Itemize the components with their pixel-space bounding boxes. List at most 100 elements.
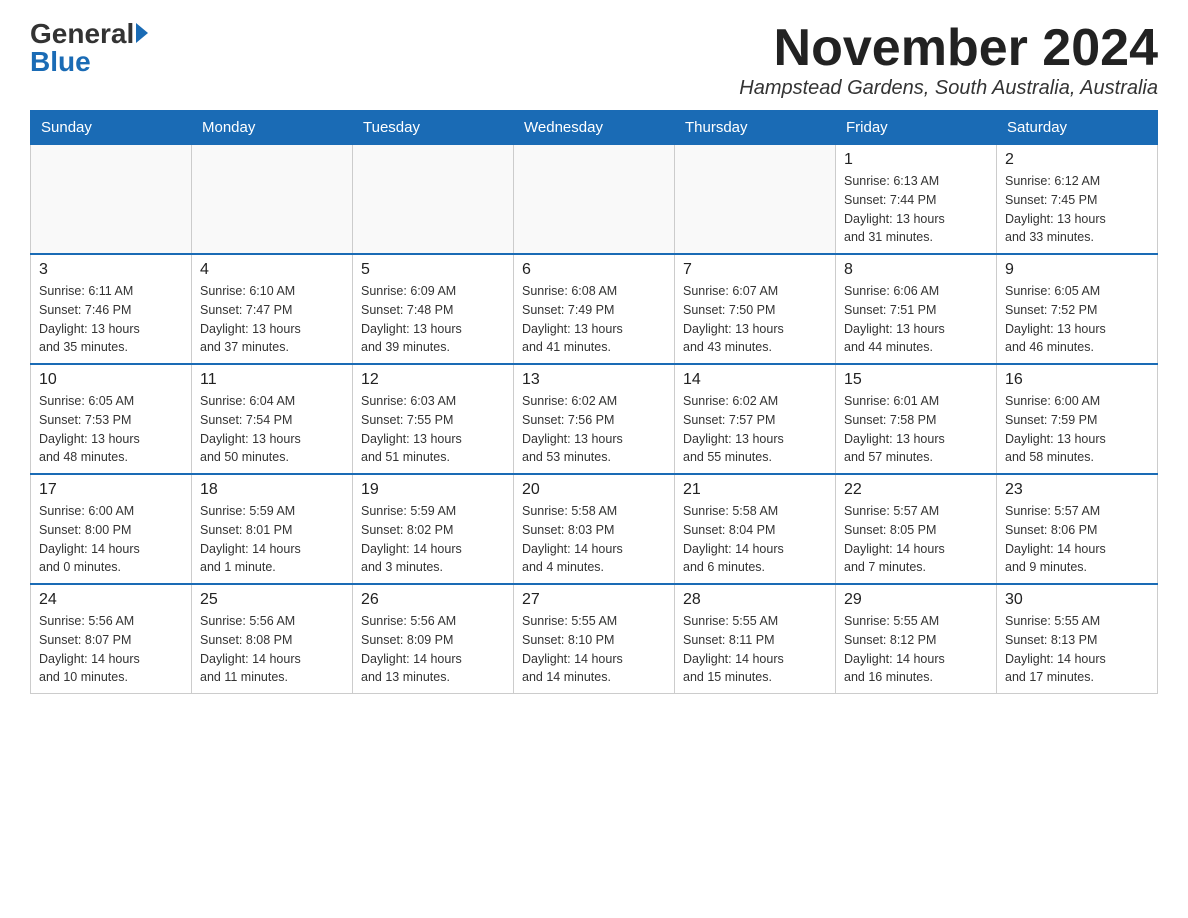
calendar-cell: 19 Sunrise: 5:59 AM Sunset: 8:02 PM Dayli… [353, 474, 514, 584]
day-info: Sunrise: 6:03 AM Sunset: 7:55 PM Dayligh… [361, 392, 505, 467]
day-info: Sunrise: 6:00 AM Sunset: 7:59 PM Dayligh… [1005, 392, 1149, 467]
calendar-cell: 1 Sunrise: 6:13 AM Sunset: 7:44 PM Daylig… [836, 145, 997, 255]
calendar-week-row: 10Sunrise: 6:05 AM Sunset: 7:53 PM Dayli… [31, 364, 1158, 474]
day-header-sunday: Sunday [31, 111, 192, 145]
day-info: Sunrise: 6:07 AM Sunset: 7:50 PM Dayligh… [683, 282, 827, 357]
calendar-cell: 14 Sunrise: 6:02 AM Sunset: 7:57 PM Dayli… [675, 364, 836, 474]
day-info: Sunrise: 6:00 AM Sunset: 8:00 PM Dayligh… [39, 502, 183, 577]
day-number: 5 [361, 261, 505, 279]
day-info: Sunrise: 5:57 AM Sunset: 8:05 PM Dayligh… [844, 502, 988, 577]
calendar-week-row: 3 Sunrise: 6:11 AM Sunset: 7:46 PM Daylig… [31, 254, 1158, 364]
calendar-cell: 18Sunrise: 5:59 AM Sunset: 8:01 PM Dayli… [192, 474, 353, 584]
calendar-cell: 5 Sunrise: 6:09 AM Sunset: 7:48 PM Daylig… [353, 254, 514, 364]
day-number: 13 [522, 371, 666, 389]
day-info: Sunrise: 6:09 AM Sunset: 7:48 PM Dayligh… [361, 282, 505, 357]
day-info: Sunrise: 6:04 AM Sunset: 7:54 PM Dayligh… [200, 392, 344, 467]
calendar-cell: 27 Sunrise: 5:55 AM Sunset: 8:10 PM Dayli… [514, 584, 675, 694]
calendar-header-row: SundayMondayTuesdayWednesdayThursdayFrid… [31, 111, 1158, 145]
calendar-cell: 13 Sunrise: 6:02 AM Sunset: 7:56 PM Dayli… [514, 364, 675, 474]
calendar-cell: 7 Sunrise: 6:07 AM Sunset: 7:50 PM Daylig… [675, 254, 836, 364]
day-header-saturday: Saturday [997, 111, 1158, 145]
day-number: 6 [522, 261, 666, 279]
day-number: 20 [522, 481, 666, 499]
day-info: Sunrise: 5:58 AM Sunset: 8:03 PM Dayligh… [522, 502, 666, 577]
day-number: 4 [200, 261, 344, 279]
calendar-cell: 3 Sunrise: 6:11 AM Sunset: 7:46 PM Daylig… [31, 254, 192, 364]
title-section: November 2024 Hampstead Gardens, South A… [739, 20, 1158, 100]
calendar-cell: 4Sunrise: 6:10 AM Sunset: 7:47 PM Daylig… [192, 254, 353, 364]
calendar-cell: 6 Sunrise: 6:08 AM Sunset: 7:49 PM Daylig… [514, 254, 675, 364]
day-header-thursday: Thursday [675, 111, 836, 145]
day-info: Sunrise: 5:55 AM Sunset: 8:13 PM Dayligh… [1005, 612, 1149, 687]
day-number: 19 [361, 481, 505, 499]
calendar-cell: 15 Sunrise: 6:01 AM Sunset: 7:58 PM Dayli… [836, 364, 997, 474]
day-number: 14 [683, 371, 827, 389]
day-number: 22 [844, 481, 988, 499]
calendar-table: SundayMondayTuesdayWednesdayThursdayFrid… [30, 110, 1158, 694]
calendar-cell: 11 Sunrise: 6:04 AM Sunset: 7:54 PM Dayli… [192, 364, 353, 474]
day-number: 15 [844, 371, 988, 389]
day-number: 25 [200, 591, 344, 609]
day-number: 18 [200, 481, 344, 499]
day-number: 28 [683, 591, 827, 609]
day-number: 26 [361, 591, 505, 609]
calendar-cell: 9Sunrise: 6:05 AM Sunset: 7:52 PM Daylig… [997, 254, 1158, 364]
logo: General Blue [30, 20, 148, 76]
calendar-week-row: 17 Sunrise: 6:00 AM Sunset: 8:00 PM Dayli… [31, 474, 1158, 584]
day-info: Sunrise: 6:11 AM Sunset: 7:46 PM Dayligh… [39, 282, 183, 357]
location-title: Hampstead Gardens, South Australia, Aust… [739, 77, 1158, 100]
day-info: Sunrise: 5:55 AM Sunset: 8:10 PM Dayligh… [522, 612, 666, 687]
day-info: Sunrise: 5:59 AM Sunset: 8:02 PM Dayligh… [361, 502, 505, 577]
day-info: Sunrise: 6:13 AM Sunset: 7:44 PM Dayligh… [844, 172, 988, 247]
calendar-cell: 12 Sunrise: 6:03 AM Sunset: 7:55 PM Dayli… [353, 364, 514, 474]
calendar-week-row: 24Sunrise: 5:56 AM Sunset: 8:07 PM Dayli… [31, 584, 1158, 694]
calendar-week-row: 1 Sunrise: 6:13 AM Sunset: 7:44 PM Daylig… [31, 145, 1158, 255]
day-number: 7 [683, 261, 827, 279]
day-header-monday: Monday [192, 111, 353, 145]
calendar-cell [31, 145, 192, 255]
day-number: 23 [1005, 481, 1149, 499]
day-number: 3 [39, 261, 183, 279]
calendar-cell: 20 Sunrise: 5:58 AM Sunset: 8:03 PM Dayli… [514, 474, 675, 584]
day-info: Sunrise: 6:01 AM Sunset: 7:58 PM Dayligh… [844, 392, 988, 467]
day-header-wednesday: Wednesday [514, 111, 675, 145]
day-number: 12 [361, 371, 505, 389]
calendar-cell: 23 Sunrise: 5:57 AM Sunset: 8:06 PM Dayli… [997, 474, 1158, 584]
day-info: Sunrise: 5:56 AM Sunset: 8:07 PM Dayligh… [39, 612, 183, 687]
day-number: 2 [1005, 151, 1149, 169]
calendar-cell: 17 Sunrise: 6:00 AM Sunset: 8:00 PM Dayli… [31, 474, 192, 584]
day-info: Sunrise: 5:58 AM Sunset: 8:04 PM Dayligh… [683, 502, 827, 577]
logo-general-text: General [30, 20, 134, 48]
calendar-cell: 10Sunrise: 6:05 AM Sunset: 7:53 PM Dayli… [31, 364, 192, 474]
day-info: Sunrise: 6:05 AM Sunset: 7:52 PM Dayligh… [1005, 282, 1149, 357]
calendar-cell: 25 Sunrise: 5:56 AM Sunset: 8:08 PM Dayli… [192, 584, 353, 694]
logo-blue-text: Blue [30, 48, 91, 76]
calendar-cell: 2Sunrise: 6:12 AM Sunset: 7:45 PM Daylig… [997, 145, 1158, 255]
day-number: 27 [522, 591, 666, 609]
month-title: November 2024 [739, 20, 1158, 77]
day-number: 1 [844, 151, 988, 169]
day-number: 8 [844, 261, 988, 279]
calendar-cell: 24Sunrise: 5:56 AM Sunset: 8:07 PM Dayli… [31, 584, 192, 694]
day-number: 16 [1005, 371, 1149, 389]
day-info: Sunrise: 6:02 AM Sunset: 7:56 PM Dayligh… [522, 392, 666, 467]
calendar-cell [514, 145, 675, 255]
day-number: 10 [39, 371, 183, 389]
day-info: Sunrise: 6:02 AM Sunset: 7:57 PM Dayligh… [683, 392, 827, 467]
day-number: 11 [200, 371, 344, 389]
day-header-tuesday: Tuesday [353, 111, 514, 145]
day-info: Sunrise: 6:08 AM Sunset: 7:49 PM Dayligh… [522, 282, 666, 357]
day-info: Sunrise: 5:55 AM Sunset: 8:11 PM Dayligh… [683, 612, 827, 687]
calendar-cell: 22 Sunrise: 5:57 AM Sunset: 8:05 PM Dayli… [836, 474, 997, 584]
page-header: General Blue November 2024 Hampstead Gar… [30, 20, 1158, 100]
day-info: Sunrise: 5:56 AM Sunset: 8:08 PM Dayligh… [200, 612, 344, 687]
calendar-cell [353, 145, 514, 255]
day-number: 17 [39, 481, 183, 499]
day-info: Sunrise: 5:57 AM Sunset: 8:06 PM Dayligh… [1005, 502, 1149, 577]
calendar-cell: 29Sunrise: 5:55 AM Sunset: 8:12 PM Dayli… [836, 584, 997, 694]
day-number: 21 [683, 481, 827, 499]
day-info: Sunrise: 6:06 AM Sunset: 7:51 PM Dayligh… [844, 282, 988, 357]
day-header-friday: Friday [836, 111, 997, 145]
day-info: Sunrise: 5:56 AM Sunset: 8:09 PM Dayligh… [361, 612, 505, 687]
day-number: 29 [844, 591, 988, 609]
